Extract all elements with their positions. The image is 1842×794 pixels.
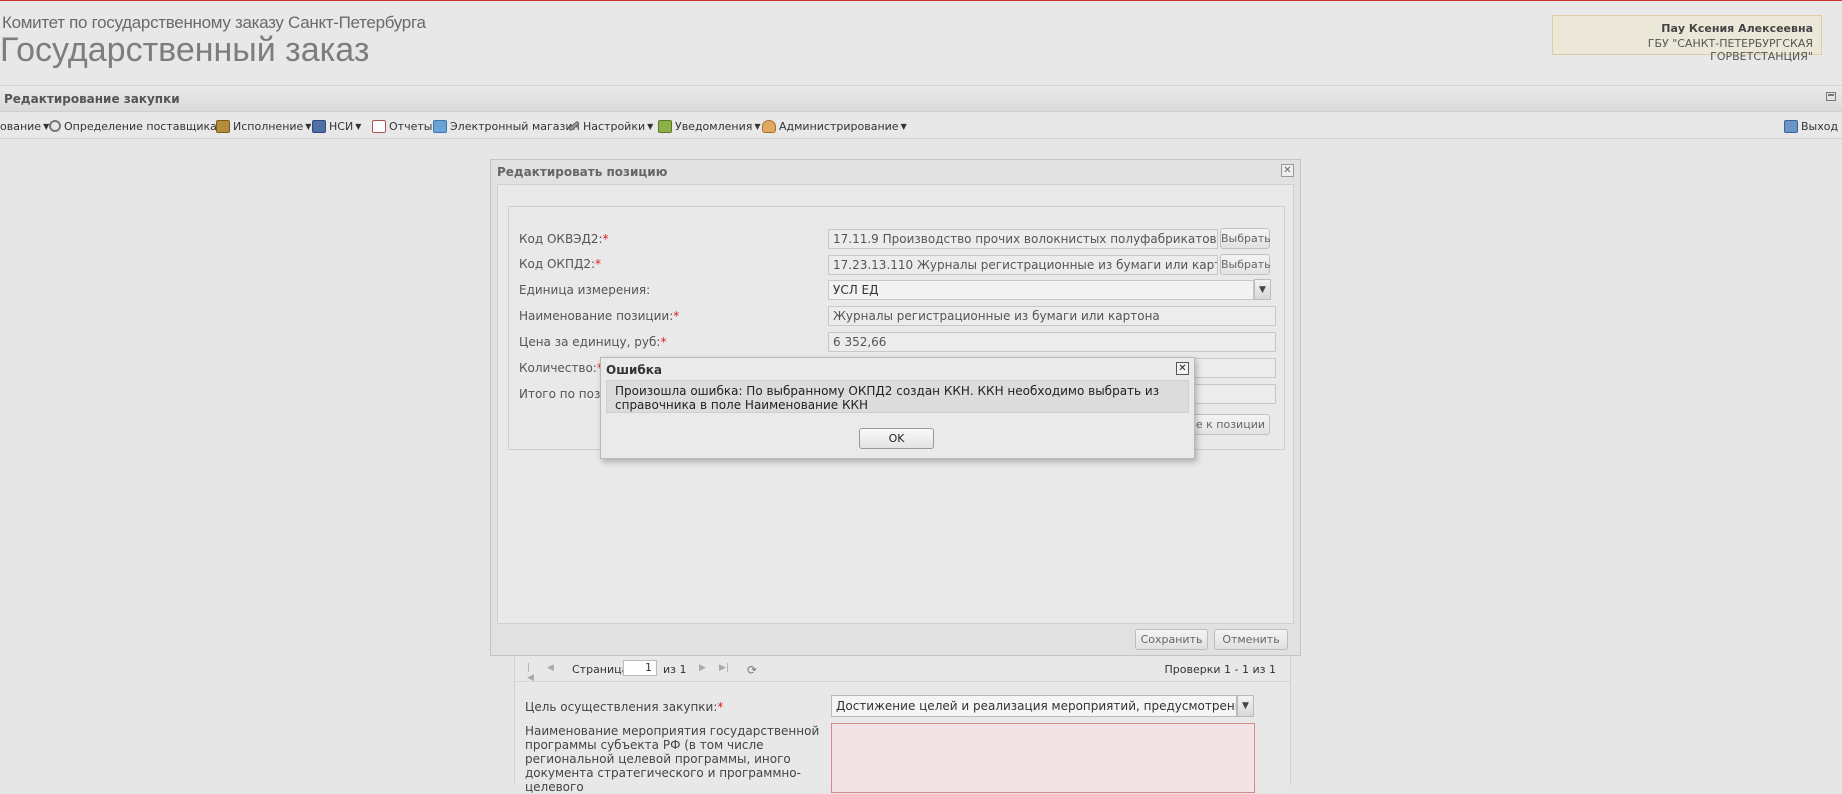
app-header: Комитет по государственному заказу Санкт… [0,1,1842,86]
records-count: Проверки 1 - 1 из 1 [1164,663,1276,676]
goal-label: Цель осуществления закупки:* [525,700,723,714]
menu-item-supplier[interactable]: Определение поставщика▼ [49,118,225,134]
position-name-label-text: Наименование позиции: [519,309,674,323]
total-label: Итого по пози [519,387,609,401]
user-icon [762,119,776,133]
grid-pager: |◀ ◀ Страница 1 из 1 ▶ ▶| ⟳ Проверки 1 -… [515,655,1290,683]
required-marker: * [673,309,680,323]
price-label-text: Цена за единицу, руб: [519,335,661,349]
price-field[interactable]: 6 352,66 [828,332,1276,352]
menu-item-label: НСИ [329,119,354,133]
okpd-select-button[interactable]: Выбрать [1220,254,1271,275]
page-label: Страница [572,663,629,676]
menu-item-label: Отчеты [389,119,433,133]
goal-select[interactable]: Достижение целей и реализация мероприяти… [831,695,1237,717]
save-button[interactable]: Сохранить [1135,629,1208,650]
menu-item-nsi[interactable]: НСИ ▼ [312,118,361,134]
unit-label: Единица измерения: [519,283,651,297]
required-marker: * [602,232,609,246]
refresh-icon[interactable]: ⟳ [747,663,757,677]
okved-label: Код ОКВЭД2:* [519,232,609,246]
cancel-button[interactable]: Отменить [1214,629,1288,650]
user-name: Пау Ксения Алексеевна [1661,22,1813,35]
menu-item-label: Электронный магазин [450,119,580,133]
menu-item-notifications[interactable]: Уведомления ▼ [658,118,761,134]
menu-item-label: Определение поставщика [64,119,217,133]
close-icon[interactable]: ✕ [1176,362,1189,375]
ok-button[interactable]: OK [859,428,934,449]
last-page-icon[interactable]: ▶| [719,663,729,673]
okved-select-button[interactable]: Выбрать [1220,228,1271,249]
main-menu-bar: ование▼ Определение поставщика▼ Исполнен… [0,112,1842,139]
goal-label-text: Цель осуществления закупки: [525,700,718,714]
chevron-down-icon: ▼ [647,121,654,131]
first-page-icon[interactable]: |◀ [527,663,535,683]
unit-select[interactable]: УСЛ ЕД [828,280,1254,300]
quantity-label: Количество:* [519,361,603,375]
okpd-label: Код ОКПД2:* [519,257,601,271]
okpd-field[interactable]: 17.23.13.110 Журналы регистрационные из … [828,255,1218,275]
page-title: Редактирование закупки [4,92,180,106]
okpd-label-text: Код ОКПД2: [519,257,596,271]
error-dialog: Ошибка ✕ Произошла ошибка: По выбранному… [600,357,1195,459]
menu-item-label: ование [0,119,42,133]
menu-item-administration[interactable]: Администрирование ▼ [762,118,907,134]
position-name-label: Наименование позиции:* [519,309,679,323]
okved-field[interactable]: 17.11.9 Производство прочих волокнистых … [828,229,1218,249]
exit-icon [1784,119,1798,133]
execution-icon [216,119,230,133]
exit-label: Выход [1801,119,1839,133]
menu-item-eshop[interactable]: Электронный магазин [433,118,580,134]
menu-item-label: Уведомления [675,119,753,133]
program-label: Наименование мероприятия государственной… [525,724,820,794]
page-title-bar: Редактирование закупки [0,86,1842,112]
next-page-icon[interactable]: ▶ [699,663,707,673]
error-dialog-title: Ошибка [606,363,662,377]
gears-icon [49,120,61,132]
chevron-down-icon[interactable]: ▼ [1254,279,1271,300]
menu-item-label: Настройки [583,119,646,133]
collapse-panel-button[interactable] [1826,92,1836,101]
position-name-field[interactable]: Журналы регистрационные из бумаги или ка… [828,306,1276,326]
exit-button[interactable]: Выход [1784,118,1838,134]
chevron-down-icon: ▼ [900,121,907,131]
page-count-label: из 1 [663,663,687,676]
menu-item-settings[interactable]: Настройки ▼ [568,118,653,134]
cart-icon [433,119,447,133]
chevron-down-icon[interactable]: ▼ [1237,695,1254,717]
required-marker: * [595,257,602,271]
report-icon [372,119,386,133]
error-message: Произошла ошибка: По выбранному ОКПД2 со… [606,380,1189,413]
menu-item-planning[interactable]: ование ▼ [0,118,49,134]
price-label: Цена за единицу, руб:* [519,335,666,349]
book-icon [312,119,326,133]
page-number-input[interactable]: 1 [623,660,657,676]
notification-icon [658,119,672,133]
program-textarea[interactable] [831,723,1255,793]
user-info-box[interactable]: Пау Ксения Алексеевна ГБУ "САНКТ-ПЕТЕРБУ… [1552,15,1822,63]
menu-item-execution[interactable]: Исполнение ▼ [216,118,311,134]
okved-label-text: Код ОКВЭД2: [519,232,603,246]
org-title: Комитет по государственному заказу Санкт… [2,13,426,32]
chevron-down-icon: ▼ [305,121,312,131]
menu-item-label: Администрирование [779,119,899,133]
quantity-label-text: Количество: [519,361,597,375]
chevron-down-icon: ▼ [754,121,761,131]
procurement-form: |◀ ◀ Страница 1 из 1 ▶ ▶| ⟳ Проверки 1 -… [514,655,1291,794]
prev-page-icon[interactable]: ◀ [547,663,555,673]
app-title: Государственный заказ [0,31,370,69]
menu-item-label: Исполнение [233,119,304,133]
user-organization: ГБУ "САНКТ-ПЕТЕРБУРГСКАЯ ГОРВЕТСТАНЦИЯ" [1647,37,1813,63]
window-title: Редактировать позицию [497,165,668,179]
required-marker: * [660,335,667,349]
close-icon[interactable]: ✕ [1281,164,1294,177]
menu-item-reports[interactable]: Отчеты [372,118,432,134]
required-marker: * [717,700,724,714]
wrench-icon [568,120,580,132]
chevron-down-icon: ▼ [355,121,362,131]
